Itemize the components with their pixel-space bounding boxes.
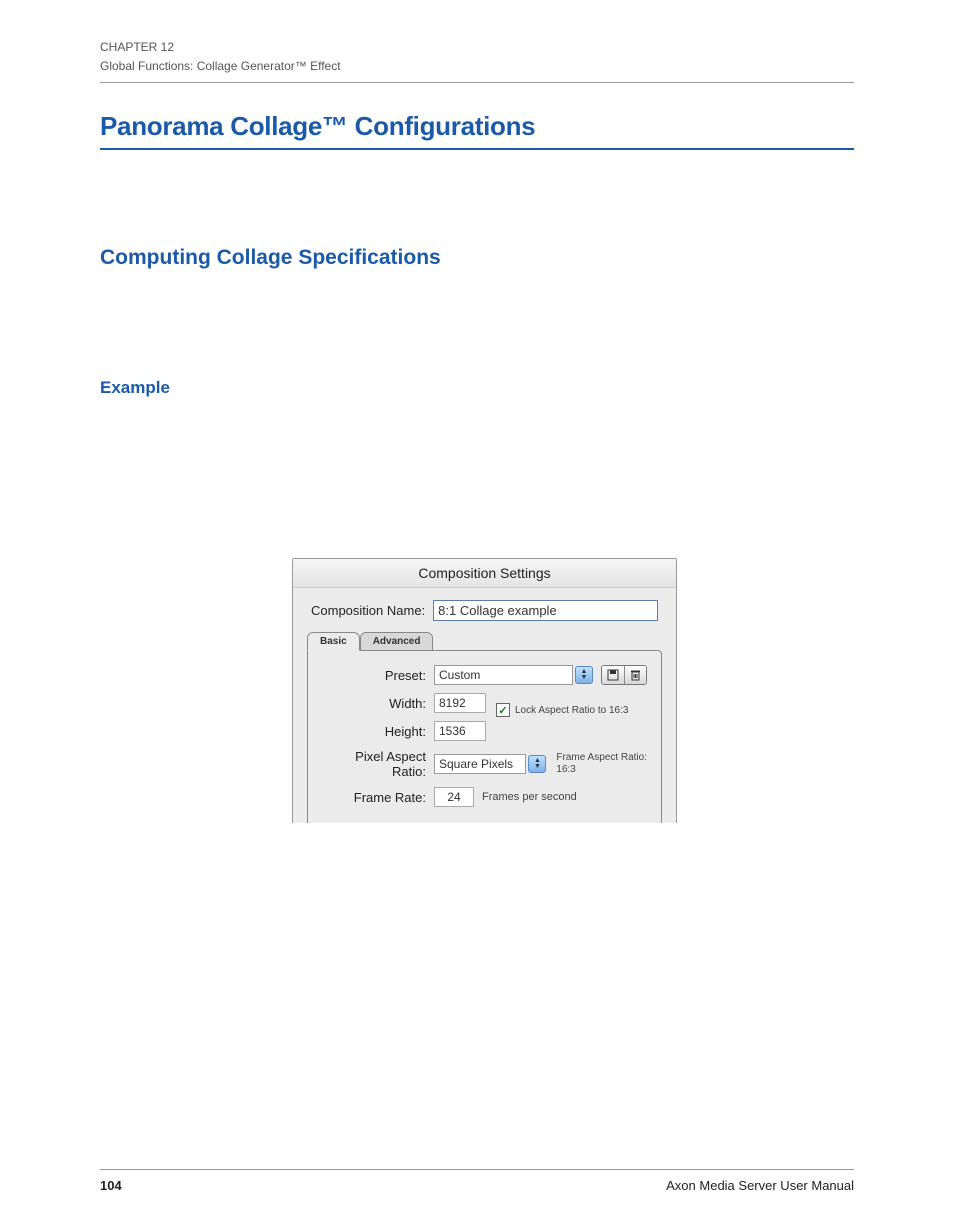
chapter-subtitle: Global Functions: Collage Generator™ Eff… xyxy=(100,57,854,76)
pixel-aspect-ratio-stepper[interactable]: ▲▼ xyxy=(528,755,546,773)
delete-preset-icon[interactable] xyxy=(624,666,646,684)
example-heading: Example xyxy=(100,378,854,398)
chapter-number: CHAPTER 12 xyxy=(100,38,854,57)
save-preset-icon[interactable] xyxy=(602,666,624,684)
frames-per-second-label: Frames per second xyxy=(482,791,577,803)
preset-label: Preset: xyxy=(322,668,434,683)
pixel-aspect-ratio-value: Square Pixels xyxy=(439,757,513,771)
height-input[interactable] xyxy=(434,721,486,741)
preset-select[interactable]: Custom xyxy=(434,665,573,685)
basic-panel: Preset: Custom ▲▼ xyxy=(307,650,662,823)
header-divider xyxy=(100,82,854,83)
tab-advanced[interactable]: Advanced xyxy=(360,632,434,651)
page-title: Panorama Collage™ Configurations xyxy=(100,111,854,142)
height-label: Height: xyxy=(322,724,434,739)
footer-divider xyxy=(100,1169,854,1170)
composition-settings-dialog: Composition Settings Composition Name: B… xyxy=(292,558,677,823)
frame-rate-input[interactable] xyxy=(434,787,474,807)
dialog-title: Composition Settings xyxy=(293,559,676,588)
page-number: 104 xyxy=(100,1178,122,1193)
lock-aspect-label: Lock Aspect Ratio to 16:3 xyxy=(515,705,628,716)
pixel-aspect-ratio-label: Pixel Aspect Ratio: xyxy=(322,749,434,779)
page-footer: 104 Axon Media Server User Manual xyxy=(100,1169,854,1193)
preset-value: Custom xyxy=(439,668,480,682)
lock-aspect-checkbox[interactable]: ✓ xyxy=(496,703,510,717)
manual-title: Axon Media Server User Manual xyxy=(666,1178,854,1193)
preset-stepper[interactable]: ▲▼ xyxy=(575,666,593,684)
frame-aspect-ratio-label: Frame Aspect Ratio: xyxy=(556,752,647,764)
title-divider xyxy=(100,148,854,150)
width-label: Width: xyxy=(322,696,434,711)
frame-rate-label: Frame Rate: xyxy=(322,790,434,805)
composition-name-label: Composition Name: xyxy=(311,603,425,618)
tab-basic[interactable]: Basic xyxy=(307,632,360,651)
pixel-aspect-ratio-select[interactable]: Square Pixels xyxy=(434,754,526,774)
width-input[interactable] xyxy=(434,693,486,713)
frame-aspect-ratio-value: 16:3 xyxy=(556,764,647,776)
section-heading: Computing Collage Specifications xyxy=(100,246,854,270)
composition-name-input[interactable] xyxy=(433,600,658,621)
